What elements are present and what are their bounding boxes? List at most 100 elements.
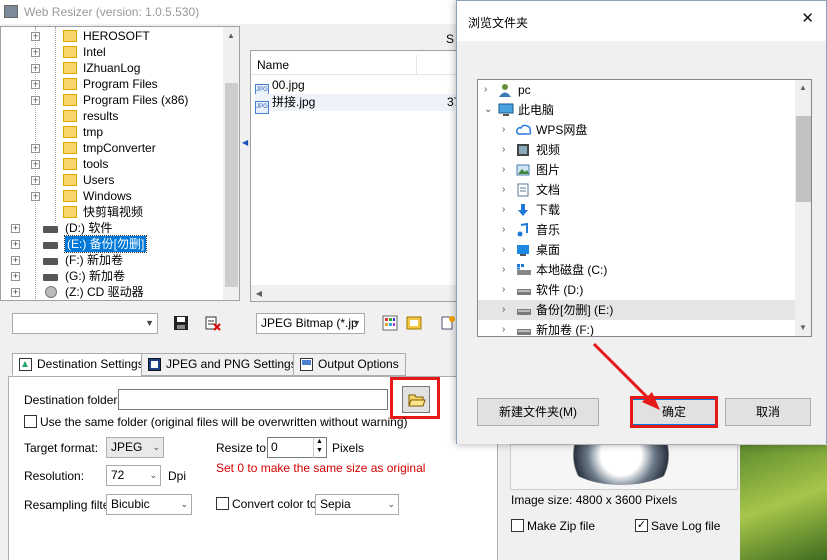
column-header-name[interactable]: Name xyxy=(251,55,417,75)
pane-splitter[interactable]: ◀ xyxy=(240,26,250,302)
dialog-folder-tree[interactable]: › pc ⌄ 此电脑 › WPS网盘 › 视频 › 图片 › 文档 › 下载 › 音乐 › 桌面 › 本地磁盘 (C:… xyxy=(477,79,812,337)
dialog-tree-item[interactable]: › pc xyxy=(478,80,796,100)
new-folder-button[interactable]: 新建文件夹(M) xyxy=(477,398,599,426)
save-icon[interactable] xyxy=(173,315,189,331)
tree-item[interactable]: + Intel xyxy=(1,44,221,60)
expand-icon[interactable]: + xyxy=(11,256,20,265)
image-preview-icon[interactable] xyxy=(406,315,422,331)
dialog-tree-item[interactable]: › 音乐 xyxy=(478,220,796,240)
tree-item-label: Program Files xyxy=(83,77,158,91)
file-list-horizontal-scrollbar[interactable]: ◀ xyxy=(251,285,459,301)
resolution-select[interactable]: 72 ⌄ xyxy=(106,465,161,486)
chevron-right-icon[interactable]: › xyxy=(502,280,505,300)
tree-item[interactable]: + Program Files xyxy=(1,76,221,92)
tree-item[interactable]: tmp xyxy=(1,124,221,140)
column-header-size[interactable] xyxy=(417,55,459,75)
spin-down-icon[interactable]: ▼ xyxy=(316,447,323,454)
spin-up-icon[interactable]: ▲ xyxy=(316,438,323,445)
tree-item-label: Windows xyxy=(83,189,132,203)
cancel-button[interactable]: 取消 xyxy=(725,398,811,426)
dialog-tree-item[interactable]: › 备份[勿删] (E:) xyxy=(478,300,796,320)
chevron-right-icon[interactable]: › xyxy=(502,160,505,180)
make-zip-checkbox[interactable] xyxy=(511,519,524,532)
app-title: Web Resizer (version: 1.0.5.530) xyxy=(24,5,200,19)
tree-item[interactable]: + Users xyxy=(1,172,221,188)
drive-icon xyxy=(43,258,58,265)
chevron-right-icon[interactable]: › xyxy=(502,200,505,220)
dialog-scroll-thumb[interactable] xyxy=(796,116,811,202)
thumbnail-view-icon[interactable] xyxy=(382,315,398,331)
tree-item[interactable]: + (F:) 新加卷 xyxy=(1,252,221,268)
chevron-right-icon[interactable]: › xyxy=(502,260,505,280)
resize-spin-buttons[interactable]: ▲ ▼ xyxy=(313,438,326,458)
dialog-tree-item-label: WPS网盘 xyxy=(536,123,588,137)
chevron-right-icon[interactable]: › xyxy=(502,180,505,200)
profile-combo[interactable]: ▼ xyxy=(12,313,158,334)
destination-icon xyxy=(19,358,32,371)
tree-item[interactable]: + (Z:) CD 驱动器 xyxy=(1,284,221,300)
convert-color-select[interactable]: Sepia ⌄ xyxy=(315,494,399,515)
tree-item[interactable]: + (D:) 软件 xyxy=(1,220,221,236)
expand-icon[interactable]: + xyxy=(11,224,20,233)
scroll-left-icon[interactable]: ◀ xyxy=(251,289,267,298)
target-format-select[interactable]: JPEG ⌄ xyxy=(106,437,164,458)
close-icon[interactable]: ✕ xyxy=(801,9,814,27)
tree-item[interactable]: + tmpConverter xyxy=(1,140,221,156)
tab-output-options[interactable]: Output Options xyxy=(293,353,406,376)
folder-tree[interactable]: + HEROSOFT + Intel + IZhuanLog + Program Files +… xyxy=(0,26,240,301)
destination-folder-input[interactable] xyxy=(118,389,388,410)
expand-icon[interactable]: + xyxy=(11,272,20,281)
tree-item[interactable]: + (E:) 备份[勿删] xyxy=(1,235,221,253)
dialog-tree-item[interactable]: › 图片 xyxy=(478,160,796,180)
resize-stepper[interactable]: 0 ▲ ▼ xyxy=(267,437,327,458)
file-row[interactable]: JPG 拼接.jpg 37 xyxy=(255,94,459,114)
save-log-checkbox[interactable]: ✓ xyxy=(635,519,648,532)
dialog-tree-item[interactable]: › 文档 xyxy=(478,180,796,200)
dialog-tree-item[interactable]: ⌄ 此电脑 xyxy=(478,100,796,120)
chevron-right-icon[interactable]: › xyxy=(502,120,505,140)
tree-item[interactable]: + Windows xyxy=(1,188,221,204)
dialog-tree-item[interactable]: › 本地磁盘 (C:) xyxy=(478,260,796,280)
dialog-tree-item[interactable]: › 新加卷 (F:) xyxy=(478,320,796,336)
dialog-tree-item[interactable]: › 视频 xyxy=(478,140,796,160)
expand-icon[interactable]: + xyxy=(11,288,20,297)
tree-item[interactable]: + HEROSOFT xyxy=(1,28,221,44)
scroll-up-icon[interactable]: ▲ xyxy=(795,83,811,92)
chevron-down-icon[interactable]: ⌄ xyxy=(484,100,492,120)
tree-scroll-thumb[interactable] xyxy=(225,83,238,287)
tab-jpeg-png-settings[interactable]: JPEG and PNG Settings xyxy=(141,353,304,376)
dialog-tree-item[interactable]: › 下载 xyxy=(478,200,796,220)
tree-item[interactable]: + (G:) 新加卷 xyxy=(1,268,221,284)
dialog-tree-item[interactable]: › 桌面 xyxy=(478,240,796,260)
chevron-right-icon[interactable]: › xyxy=(484,80,487,100)
dialog-tree-item[interactable]: › 软件 (D:) xyxy=(478,280,796,300)
chevron-right-icon[interactable]: › xyxy=(502,240,505,260)
tree-item[interactable]: + Program Files (x86) xyxy=(1,92,221,108)
tree-item[interactable]: results xyxy=(1,108,221,124)
tree-item[interactable]: + IZhuanLog xyxy=(1,60,221,76)
convert-color-label: Convert color to: xyxy=(232,497,321,511)
dialog-tree-item[interactable]: › WPS网盘 xyxy=(478,120,796,140)
tree-item[interactable]: + tools xyxy=(1,156,221,172)
same-folder-checkbox[interactable] xyxy=(24,415,37,428)
file-row[interactable]: JPG 00.jpg xyxy=(255,77,305,97)
tree-item[interactable]: 快剪辑视频 xyxy=(1,204,221,220)
add-files-icon[interactable] xyxy=(440,315,456,331)
chevron-right-icon[interactable]: › xyxy=(502,220,505,240)
scroll-up-icon[interactable]: ▲ xyxy=(223,31,239,40)
tree-vertical-scrollbar[interactable]: ▲ xyxy=(223,27,239,300)
splitter-arrow-icon[interactable]: ◀ xyxy=(242,138,248,147)
chevron-right-icon[interactable]: › xyxy=(502,300,505,320)
tab-destination-settings[interactable]: Destination Settings xyxy=(12,353,151,376)
dialog-tree-scrollbar[interactable]: ▲ ▼ xyxy=(795,80,811,336)
expand-icon[interactable]: + xyxy=(11,240,20,249)
resampling-select[interactable]: Bicubic ⌄ xyxy=(106,494,192,515)
chevron-right-icon[interactable]: › xyxy=(502,140,505,160)
scroll-down-icon[interactable]: ▼ xyxy=(795,323,811,332)
convert-color-checkbox[interactable] xyxy=(216,497,229,510)
file-list[interactable]: Name JPG 00.jpg JPG 拼接.jpg 37 ◀ xyxy=(250,50,460,302)
delete-profile-icon[interactable] xyxy=(205,315,221,331)
output-format-combo[interactable]: JPEG Bitmap (*.jp ▼ xyxy=(256,313,365,334)
dialog-tree-item-label: 桌面 xyxy=(536,243,561,257)
chevron-right-icon[interactable]: › xyxy=(502,320,505,336)
